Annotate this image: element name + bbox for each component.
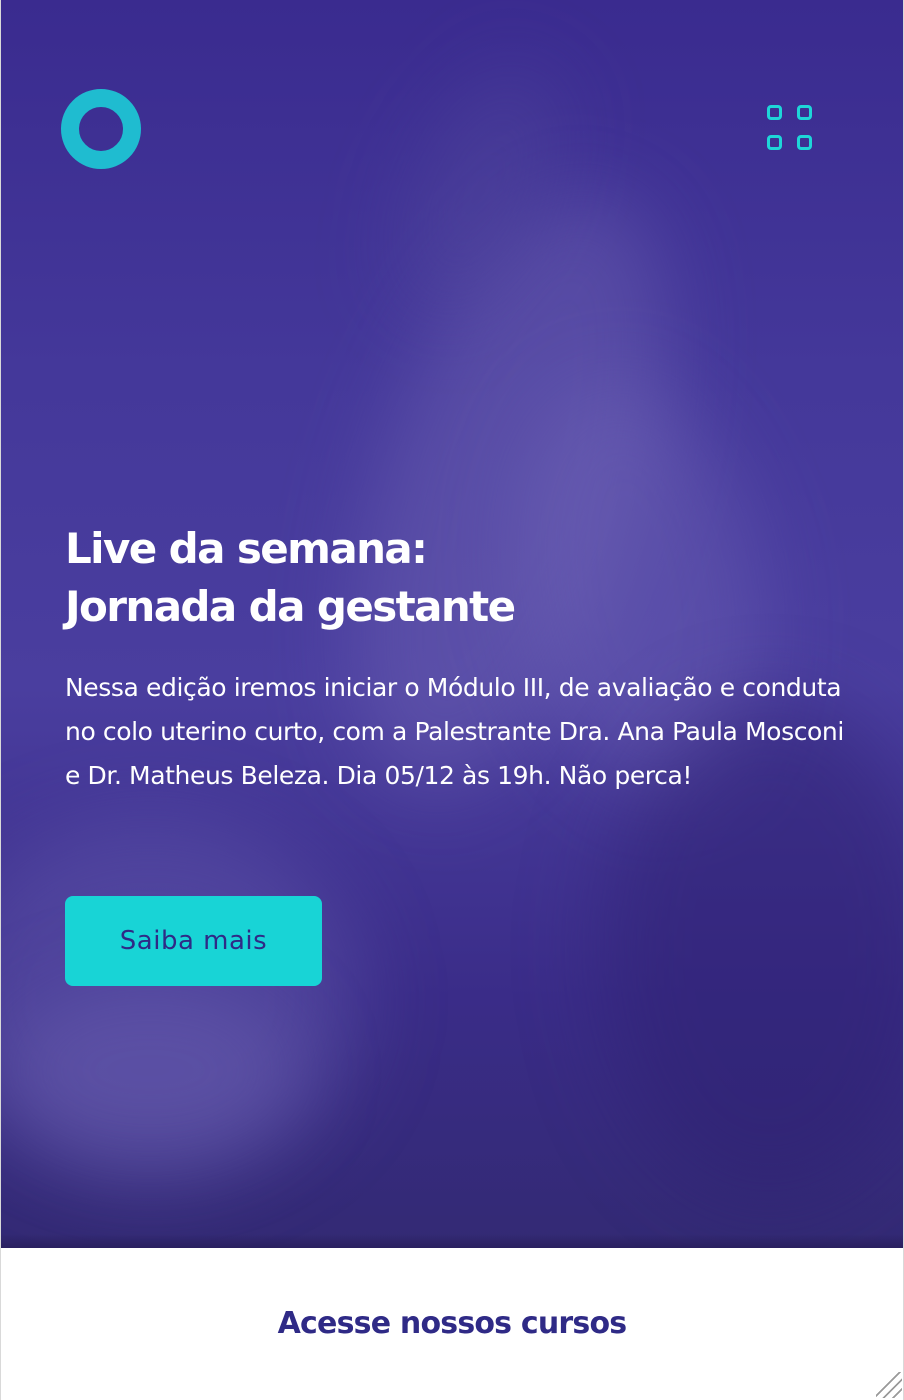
hero-banner: Live da semana: Jornada da gestante Ness… [0, 0, 904, 1248]
page: Live da semana: Jornada da gestante Ness… [0, 0, 904, 1400]
background-photo-blur [370, 46, 590, 334]
frame-border-left [0, 0, 1, 1400]
ring-logo-icon[interactable] [61, 89, 141, 169]
hero-bottom-shadow [0, 1234, 904, 1248]
grid-menu-icon[interactable] [764, 102, 822, 160]
background-photo-blur [0, 820, 360, 1180]
background-photo-blur [0, 980, 300, 1160]
grid-cell [797, 135, 812, 150]
grid-cell [797, 105, 812, 120]
grid-cell [767, 135, 782, 150]
grid-cell [767, 105, 782, 120]
courses-section-title: Acesse nossos cursos [277, 1306, 628, 1341]
hero-description: Nessa edição iremos iniciar o Módulo III… [65, 673, 844, 790]
hero-title-line-2: Jornada da gestante [65, 582, 516, 631]
saiba-mais-button[interactable]: Saiba mais [65, 896, 322, 986]
resize-grip-icon[interactable] [876, 1372, 902, 1398]
hero-title: Live da semana: Jornada da gestante [65, 520, 825, 636]
hero-title-line-1: Live da semana: [65, 524, 428, 573]
